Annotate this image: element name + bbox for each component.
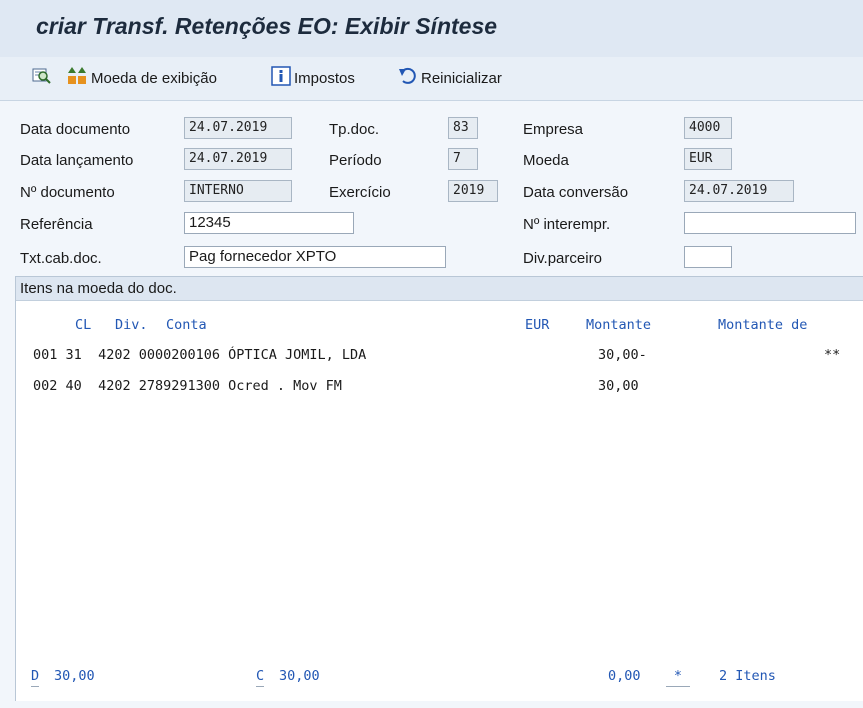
- row-name: Ocred . Mov FM: [228, 378, 342, 394]
- n-documento-label: Nº documento: [20, 184, 115, 201]
- row-name: ÓPTICA JOMIL, LDA: [228, 347, 367, 363]
- n-interempr-label: Nº interempr.: [523, 216, 611, 233]
- col-header-div: Div.: [115, 317, 148, 333]
- document-header-form: Data documento 24.07.2019 Tp.doc. 83 Emp…: [0, 101, 863, 274]
- exercicio-label: Exercício: [329, 184, 391, 201]
- title-bar: criar Transf. Retenções EO: Exibir Sínte…: [0, 0, 863, 58]
- col-header-conta: Conta: [166, 317, 207, 333]
- empresa-field[interactable]: 4000: [684, 117, 732, 139]
- taxes-button[interactable]: Impostos: [271, 66, 355, 90]
- col-header-montante-de: Montante de: [718, 317, 808, 333]
- info-icon: [271, 66, 291, 90]
- tp-doc-field[interactable]: 83: [448, 117, 478, 139]
- credit-total: 30,00: [279, 668, 320, 684]
- empresa-label: Empresa: [523, 121, 584, 138]
- row-pos: 001: [33, 347, 58, 363]
- debit-label: D: [31, 666, 40, 687]
- div-parceiro-input[interactable]: [684, 246, 732, 268]
- n-interempr-input[interactable]: [684, 212, 856, 234]
- n-documento-field[interactable]: INTERNO: [184, 180, 292, 202]
- balance-value: 0,00: [608, 668, 641, 684]
- tp-doc-label: Tp.doc.: [329, 121, 380, 138]
- data-lancamento-label: Data lançamento: [20, 152, 134, 169]
- col-header-montante: Montante: [586, 317, 652, 333]
- window-title: criar Transf. Retenções EO: Exibir Sínte…: [36, 13, 498, 39]
- reset-label: Reinicializar: [421, 69, 502, 87]
- data-documento-label: Data documento: [20, 121, 131, 138]
- periodo-field[interactable]: 7: [448, 148, 478, 170]
- reset-button[interactable]: Reinicializar: [398, 66, 502, 90]
- referencia-label: Referência: [20, 216, 93, 233]
- row-cl: 31: [65, 347, 82, 363]
- txt-cab-doc-input[interactable]: Pag fornecedor XPTO: [184, 246, 446, 268]
- row-conta: 0000200106: [138, 347, 220, 363]
- exercicio-field[interactable]: 2019: [448, 180, 498, 202]
- col-header-currency: EUR: [525, 317, 550, 333]
- table-row[interactable]: 002 40 4202 2789291300 Ocred . Mov FM: [33, 376, 342, 396]
- undo-icon: [398, 66, 418, 90]
- detail-button[interactable]: [32, 66, 55, 90]
- row-div: 4202: [98, 347, 131, 363]
- taxes-label: Impostos: [294, 69, 355, 87]
- items-section-title: Itens na moeda do doc.: [16, 277, 863, 301]
- debit-total: 30,00: [54, 668, 95, 684]
- row-conta: 2789291300: [138, 378, 220, 394]
- balance-flag: *: [666, 666, 690, 687]
- magnifier-icon: [32, 66, 52, 90]
- credit-label: C: [256, 666, 265, 687]
- application-toolbar: Moeda de exibição Impostos Reinicializar: [0, 57, 863, 101]
- data-conversao-field[interactable]: 24.07.2019: [684, 180, 794, 202]
- row-montante: 30,00-: [598, 347, 647, 363]
- moeda-field[interactable]: EUR: [684, 148, 732, 170]
- data-conversao-label: Data conversão: [523, 184, 629, 201]
- row-montante: 30,00: [598, 378, 639, 394]
- referencia-input[interactable]: 12345: [184, 212, 354, 234]
- data-documento-field[interactable]: 24.07.2019: [184, 117, 292, 139]
- item-count: 2 Itens: [719, 668, 776, 684]
- row-div: 4202: [98, 378, 131, 394]
- items-panel: Itens na moeda do doc. CL Div. Conta EUR…: [15, 276, 863, 701]
- moeda-label: Moeda: [523, 152, 569, 169]
- txt-cab-doc-label: Txt.cab.doc.: [20, 250, 102, 267]
- row-flag: **: [824, 347, 841, 363]
- sort-columns-icon: [66, 66, 88, 90]
- row-pos: 002: [33, 378, 58, 394]
- col-header-cl: CL: [75, 317, 92, 333]
- periodo-label: Período: [329, 152, 382, 169]
- display-currency-label: Moeda de exibição: [91, 69, 217, 87]
- row-cl: 40: [65, 378, 82, 394]
- div-parceiro-label: Div.parceiro: [523, 250, 602, 267]
- display-currency-button[interactable]: Moeda de exibição: [66, 66, 217, 90]
- table-row[interactable]: 001 31 4202 0000200106 ÓPTICA JOMIL, LDA: [33, 345, 366, 365]
- data-lancamento-field[interactable]: 24.07.2019: [184, 148, 292, 170]
